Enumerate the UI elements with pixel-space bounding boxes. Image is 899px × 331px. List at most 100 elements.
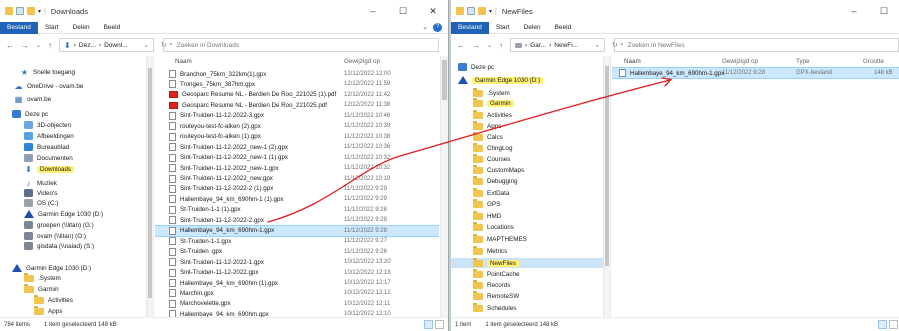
file-row[interactable]: Sint-Truiden-11-12-2022.gpx 10/12/2022 12… xyxy=(155,268,439,278)
dropdown-icon[interactable]: ▾ xyxy=(489,8,492,15)
properties-icon[interactable] xyxy=(467,7,475,15)
search-box[interactable]: ⌕ Zoeken in NewFiles xyxy=(614,38,899,52)
file-row[interactable]: Sint-Truiden-11-12-2022-2 (1).gpx 11/12/2… xyxy=(155,184,439,194)
nav-item[interactable]: Garmin Edge 1030 (D:) xyxy=(451,75,608,85)
nav-item[interactable]: Video's xyxy=(0,188,151,198)
column-header-name[interactable]: Naam xyxy=(175,58,192,65)
title-bar[interactable]: ▾ | NewFiles – ☐ xyxy=(451,0,899,22)
nav-item[interactable]: Garmin Edge 1030 (D:) xyxy=(0,209,151,219)
column-header-date[interactable]: Gewijzigd op xyxy=(722,58,758,65)
forward-icon[interactable]: → xyxy=(472,41,480,50)
nav-item[interactable]: Bureaublad xyxy=(0,142,151,152)
minimize-icon[interactable]: – xyxy=(358,0,388,22)
file-row[interactable]: Tronges_75km_387hm.gpx 12/12/2022 11:59 xyxy=(155,79,439,89)
file-row[interactable]: Sint-Truiden-11-12-2022-1.gpx 10/12/2022 … xyxy=(155,257,439,267)
nav-item[interactable]: NewFiles xyxy=(451,258,608,268)
nav-scrollbar[interactable] xyxy=(603,56,610,317)
nav-item[interactable]: groepen (\\litan) (G:) xyxy=(0,220,151,230)
file-row[interactable]: St-Truiden-1-1.gpx 11/12/2022 9:27 xyxy=(155,236,439,246)
column-header-size[interactable]: Grootte xyxy=(863,58,884,65)
close-icon[interactable]: ✕ xyxy=(418,0,448,22)
nav-item[interactable]: 3D-objecten xyxy=(0,120,151,130)
help-icon[interactable]: ? xyxy=(433,23,442,32)
nav-scrollbar-thumb[interactable] xyxy=(148,68,152,298)
nav-scrollbar[interactable] xyxy=(146,56,153,317)
nav-item[interactable]: .System xyxy=(0,273,151,283)
tab-file[interactable]: Bestand xyxy=(0,21,38,34)
tab-start[interactable]: Start xyxy=(38,22,66,34)
breadcrumb-this-pc[interactable]: Dez... xyxy=(79,42,96,49)
details-view-button[interactable] xyxy=(424,320,433,329)
nav-item[interactable]: ⬇ Downloads xyxy=(0,164,151,174)
file-row[interactable]: Marchin.gpx 10/12/2022 12:12 xyxy=(155,288,439,298)
maximize-icon[interactable]: ☐ xyxy=(869,0,899,22)
nav-item[interactable]: Apps xyxy=(0,306,151,316)
nav-item[interactable]: .System xyxy=(451,88,608,98)
file-row[interactable]: Sint-Truiden-11-12-2022_new.gpx 11/12/202… xyxy=(155,174,439,184)
nav-item[interactable]: ☁ OneDrive - ovam.be xyxy=(0,81,151,91)
large-icons-view-button[interactable] xyxy=(435,320,444,329)
nav-item[interactable]: Garmin xyxy=(0,284,151,294)
nav-item[interactable]: ExtData xyxy=(451,188,608,198)
nav-item[interactable]: Documenten xyxy=(0,153,151,163)
nav-item[interactable]: PointCache xyxy=(451,269,608,279)
new-folder-icon[interactable] xyxy=(27,7,35,15)
nav-item[interactable]: ovam (\\litan) (O:) xyxy=(0,231,151,241)
up-icon[interactable]: ↑ xyxy=(499,41,503,50)
tab-view[interactable]: Beeld xyxy=(97,22,128,34)
up-icon[interactable]: ↑ xyxy=(48,41,52,50)
file-row[interactable]: St-Truiden-1-1 (1).gpx 11/12/2022 9:28 xyxy=(155,205,439,215)
nav-item[interactable]: Afbeeldingen xyxy=(0,131,151,141)
nav-item[interactable]: ▦ ovam.be xyxy=(0,94,151,104)
nav-item[interactable]: Deze pc xyxy=(451,62,608,72)
file-row[interactable]: Hallembaye_94_km_690hm.gpx 10/12/2022 12:… xyxy=(155,309,439,317)
file-row[interactable]: routeyou-test-fc-alken (1).gpx 11/12/2022… xyxy=(155,132,439,142)
file-row[interactable]: Sint-Truiden-11-12-2022_new-1 (1).gpx 11/… xyxy=(155,153,439,163)
file-list-scrollbar-thumb[interactable] xyxy=(442,60,447,100)
large-icons-view-button[interactable] xyxy=(889,320,898,329)
nav-item[interactable]: GPS xyxy=(451,199,608,209)
nav-item[interactable]: Locations xyxy=(451,222,608,232)
nav-item[interactable]: RemoteSW xyxy=(451,291,608,301)
back-icon[interactable]: ← xyxy=(6,41,14,50)
recent-locations-icon[interactable]: ⌄ xyxy=(487,42,492,49)
file-row[interactable]: Hallembaye_94_km_690hm-1 (1).gpx 11/12/20… xyxy=(155,194,439,204)
nav-item[interactable]: ★ Snelle toegang xyxy=(0,67,151,77)
nav-item[interactable]: gisdata (\\naiad) (S:) xyxy=(0,241,151,251)
breadcrumb-garmin[interactable]: Gar... xyxy=(530,42,546,49)
tab-share[interactable]: Delen xyxy=(66,22,97,34)
address-bar[interactable]: › Gar... › NewFi... ⌄ xyxy=(510,38,606,52)
nav-item[interactable]: ChngLog xyxy=(451,143,608,153)
breadcrumb-newfiles[interactable]: NewFi... xyxy=(554,42,578,49)
file-row[interactable]: routeyou-test-fc-alken (2).gpx 11/12/2022… xyxy=(155,121,439,131)
file-row[interactable]: Geosparc Resume NL - Berdien De Roo_2210… xyxy=(155,90,439,100)
back-icon[interactable]: ← xyxy=(457,41,465,50)
nav-item[interactable]: Apps xyxy=(451,121,608,131)
file-row[interactable]: Hallembaye_94_km_690hm-1.gpx 11/12/2022 9… xyxy=(612,67,899,79)
title-bar[interactable]: ▾ | Downloads – ☐ ✕ xyxy=(0,0,448,22)
file-row[interactable]: Branchon_75km_322km(1).gpx 12/12/2022 12:… xyxy=(155,69,439,79)
nav-item[interactable]: Deze pc xyxy=(0,109,151,119)
nav-item[interactable]: Debugging xyxy=(451,176,608,186)
nav-item[interactable]: HMD xyxy=(451,211,608,221)
nav-item[interactable]: Schedules xyxy=(451,303,608,313)
column-header-type[interactable]: Type xyxy=(796,58,810,65)
nav-item[interactable]: OS (C:) xyxy=(0,198,151,208)
column-header-date[interactable]: Gewijzigd op xyxy=(344,58,380,65)
file-row[interactable]: Sint-Truiden-11-12-2022_new-1 (2).gpx 11/… xyxy=(155,142,439,152)
file-row[interactable]: Hallembaye_94_km_690hm-1.gpx 11/12/2022 9… xyxy=(155,224,439,237)
nav-item[interactable]: Metrics xyxy=(451,246,608,256)
forward-icon[interactable]: → xyxy=(21,41,29,50)
tab-file[interactable]: Bestand xyxy=(451,21,489,34)
column-header-name[interactable]: Naam xyxy=(624,58,641,65)
file-row[interactable]: Sint-Truiden-11-12-2022-3.gpx 11/12/2022 … xyxy=(155,111,439,121)
tab-share[interactable]: Delen xyxy=(517,22,548,34)
nav-item[interactable]: Activities xyxy=(0,295,151,305)
search-input[interactable]: Zoeken in NewFiles xyxy=(628,42,685,49)
tab-view[interactable]: Beeld xyxy=(548,22,579,34)
maximize-icon[interactable]: ☐ xyxy=(388,0,418,22)
file-row[interactable]: Hallembaye_94_km_690hm (1).gpx 10/12/2022… xyxy=(155,278,439,288)
search-input[interactable]: Zoeken in Downloads xyxy=(177,42,240,49)
nav-item[interactable]: Records xyxy=(451,280,608,290)
file-row[interactable]: Geosparc Resume NL - Berdien De Roo_2210… xyxy=(155,100,439,110)
